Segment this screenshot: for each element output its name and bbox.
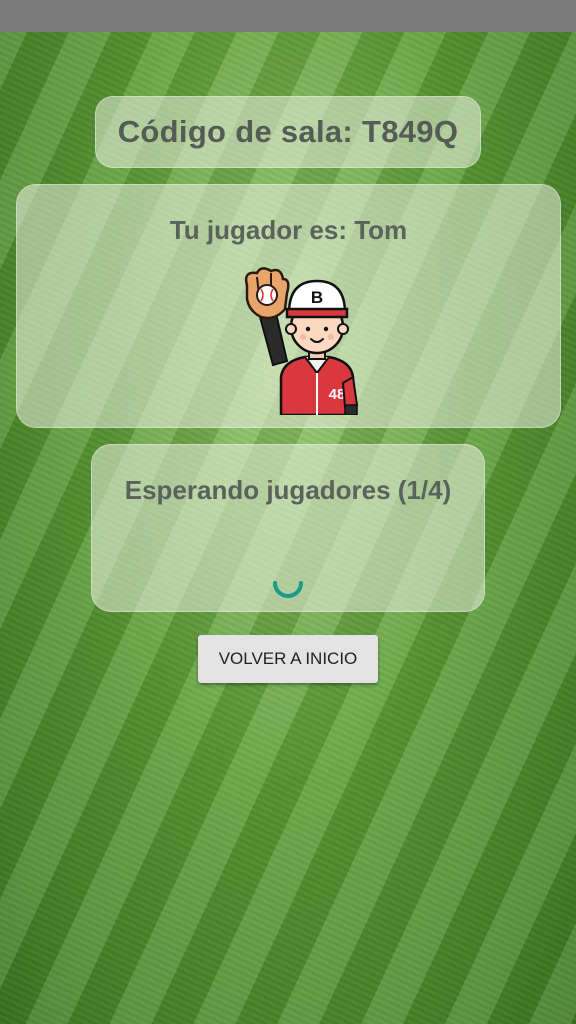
waiting-panel: Esperando jugadores (1/4) (91, 444, 485, 612)
status-bar (0, 0, 576, 32)
player-label: Tu jugador es: Tom (169, 215, 408, 245)
baseball-player-icon: 48 B (244, 267, 359, 415)
waiting-status-text: Esperando jugadores (1/4) (124, 475, 452, 505)
player-panel: Tu jugador es: Tom 48 B (16, 184, 561, 428)
cap-letter: B (311, 288, 323, 307)
room-code-text: Código de sala: T849Q (117, 114, 459, 149)
back-to-home-button[interactable]: VOLVER A INICIO (198, 635, 378, 683)
room-code-panel: Código de sala: T849Q (95, 96, 481, 168)
loading-spinner-icon (273, 581, 303, 598)
